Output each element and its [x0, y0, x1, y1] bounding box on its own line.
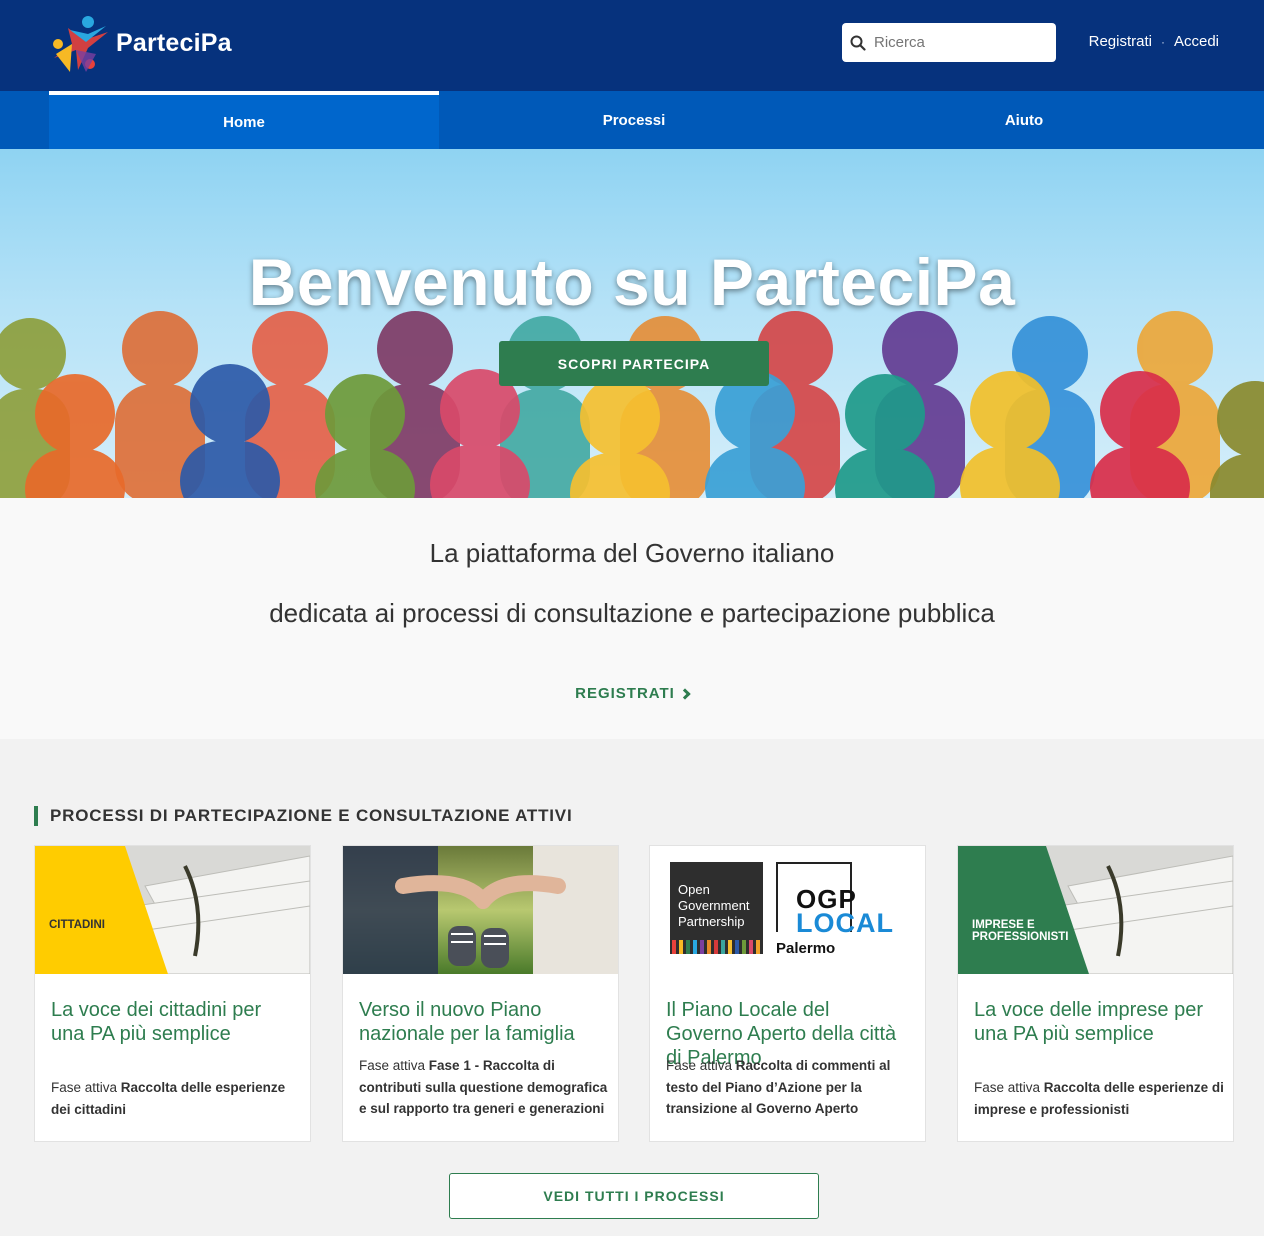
card-phase: Fase attiva Raccolta di commenti al test…: [666, 1055, 916, 1120]
brand-name: ParteciPa: [116, 28, 232, 57]
view-all-processes-button[interactable]: VEDI TUTTI I PROCESSI: [449, 1173, 819, 1219]
ogp-local: LOCAL: [796, 908, 894, 938]
register-link[interactable]: Registrati: [1089, 33, 1152, 50]
register-cta-link[interactable]: REGISTRATI: [0, 685, 1264, 702]
card-title[interactable]: La voce delle imprese per una PA più sem…: [974, 998, 1219, 1046]
ogp-logo-right: OGP LOCAL Palermo: [776, 862, 904, 958]
documents-image: [958, 846, 1233, 974]
top-header: ParteciPa Registrati · Accedi: [0, 0, 1264, 91]
hero-title: Benvenuto su ParteciPa: [248, 245, 1016, 319]
card-title[interactable]: La voce dei cittadini per una PA più sem…: [51, 998, 296, 1046]
card-image: [343, 846, 618, 974]
main-nav: Home Processi Aiuto: [0, 91, 1264, 149]
discover-button[interactable]: SCOPRI PARTECIPA: [499, 341, 769, 386]
section-title: PROCESSI DI PARTECIPAZIONE E CONSULTAZIO…: [34, 806, 572, 826]
auth-links: Registrati · Accedi: [1089, 33, 1219, 50]
card-phase: Fase attiva Fase 1 - Raccolta di contrib…: [359, 1055, 609, 1120]
process-card[interactable]: CITTADINI La voce dei cittadini per una …: [34, 845, 311, 1142]
intro-line-2: dedicata ai processi di consultazione e …: [269, 598, 995, 628]
documents-image: [35, 846, 310, 974]
card-image: CITTADINI: [35, 846, 310, 974]
tag-line-2: PROFESSIONISTI: [972, 931, 1069, 943]
phase-label: Fase attiva: [666, 1058, 733, 1073]
process-card[interactable]: Verso il nuovo Piano nazionale per la fa…: [342, 845, 619, 1142]
people-illustration: [0, 311, 1264, 498]
ogp-city: Palermo: [776, 940, 836, 957]
card-title[interactable]: Verso il nuovo Piano nazionale per la fa…: [359, 998, 604, 1046]
search-icon: [850, 35, 866, 51]
card-image: Open Government Partnership OGP LOCAL Pa…: [650, 846, 925, 974]
tab-home[interactable]: Home: [49, 91, 439, 149]
phase-label: Fase attiva: [974, 1080, 1041, 1095]
chevron-right-icon: [679, 687, 691, 700]
card-category-tag: IMPRESE E PROFESSIONISTI: [972, 919, 1069, 943]
tag-line-1: IMPRESE E: [972, 919, 1035, 931]
card-category-tag: CITTADINI: [49, 919, 106, 931]
card-phase: Fase attiva Raccolta delle esperienze de…: [51, 1077, 301, 1120]
ogp-line-3: Partnership: [678, 914, 745, 929]
auth-separator: ·: [1160, 34, 1165, 49]
phase-label: Fase attiva: [359, 1058, 426, 1073]
card-phase: Fase attiva Raccolta delle esperienze di…: [974, 1077, 1224, 1120]
card-image: IMPRESE E PROFESSIONISTI: [958, 846, 1233, 974]
ogp-line-2: Government: [678, 898, 750, 913]
intro-line-1: La piattaforma del Governo italiano: [429, 538, 835, 568]
search-box[interactable]: [842, 23, 1056, 62]
ogp-logo-left: Open Government Partnership: [670, 862, 763, 954]
hero-banner: Benvenuto su ParteciPa SCOPRI PARTECIPA: [0, 149, 1264, 498]
family-photo: [343, 846, 618, 974]
intro-section: La piattaforma del Governo italiano dedi…: [0, 498, 1264, 739]
ogp-line-1: Open: [678, 882, 710, 897]
parteciPa-logo[interactable]: ParteciPa: [48, 10, 258, 76]
process-card[interactable]: IMPRESE E PROFESSIONISTI La voce delle i…: [957, 845, 1234, 1142]
tab-aiuto[interactable]: Aiuto: [829, 91, 1219, 149]
tab-processi[interactable]: Processi: [439, 91, 829, 149]
phase-label: Fase attiva: [51, 1080, 118, 1095]
color-stripes: [672, 940, 760, 954]
process-card[interactable]: Open Government Partnership OGP LOCAL Pa…: [649, 845, 926, 1142]
register-cta-label: REGISTRATI: [575, 685, 675, 702]
parteciPa-logo-icon: [53, 16, 108, 72]
login-link[interactable]: Accedi: [1174, 33, 1219, 50]
search-input[interactable]: [874, 34, 1044, 51]
